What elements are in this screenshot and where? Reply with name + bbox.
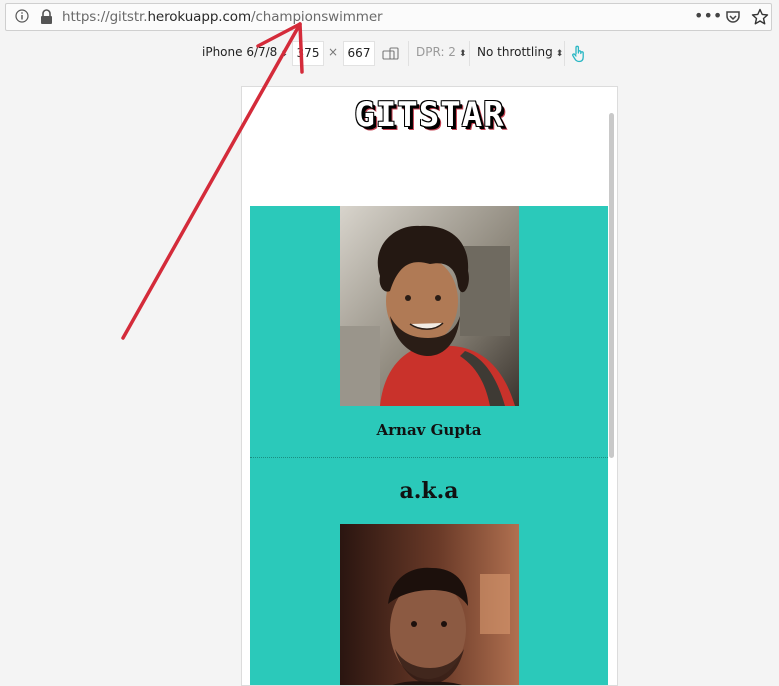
aka-heading: a.k.a	[399, 478, 459, 504]
url-prefix: https://gitstr.	[62, 9, 148, 25]
rotate-icon[interactable]	[382, 47, 400, 61]
url-host: herokuapp.com	[147, 9, 252, 25]
alias-image	[340, 524, 519, 685]
device-label: iPhone 6/7/8	[202, 45, 278, 59]
user-avatar	[340, 206, 519, 406]
touch-simulation-icon[interactable]	[571, 45, 585, 63]
responsive-toolbar: iPhone 6/7/8 ⬍ 375 × 667 DPR: 2 ⬍ No throt…	[0, 41, 779, 66]
toolbar-divider	[469, 41, 470, 66]
url-text[interactable]: https://gitstr.herokuapp.com/championswi…	[62, 9, 383, 25]
url-path: /championswimmer	[251, 9, 383, 25]
width-input[interactable]: 375	[292, 41, 324, 66]
address-bar[interactable]: https://gitstr.herokuapp.com/championswi…	[5, 3, 772, 31]
bookmark-star-icon[interactable]	[751, 8, 769, 26]
dimension-separator: ×	[328, 45, 339, 59]
device-viewport: GITSTAR Arnav Gupta a.k.a	[241, 86, 618, 686]
dpr-caret-icon: ⬍	[458, 49, 467, 59]
device-caret-icon: ⬍	[280, 49, 288, 59]
page-actions-menu-button[interactable]: •••	[694, 6, 722, 25]
throttling-select[interactable]: No throttling ⬍	[477, 45, 563, 59]
height-value: 667	[347, 46, 371, 60]
width-value: 375	[296, 46, 320, 60]
toolbar-divider	[408, 41, 409, 66]
device-select[interactable]: iPhone 6/7/8 ⬍	[197, 41, 290, 66]
lock-icon[interactable]	[40, 9, 53, 25]
site-logo[interactable]: GITSTAR	[242, 95, 617, 135]
profile-card: Arnav Gupta a.k.a	[250, 206, 608, 685]
throttling-label: No throttling	[477, 45, 553, 59]
dpr-label: DPR: 2	[416, 45, 456, 59]
toolbar-divider	[564, 41, 565, 66]
pocket-icon[interactable]	[725, 9, 741, 25]
user-name: Arnav Gupta	[376, 421, 482, 439]
height-input[interactable]: 667	[343, 41, 375, 66]
throttling-caret-icon: ⬍	[555, 49, 564, 59]
section-divider	[250, 457, 608, 458]
dpr-select[interactable]: DPR: 2 ⬍	[416, 45, 466, 59]
scrollbar-thumb[interactable]	[609, 113, 614, 458]
info-icon[interactable]	[15, 9, 29, 23]
